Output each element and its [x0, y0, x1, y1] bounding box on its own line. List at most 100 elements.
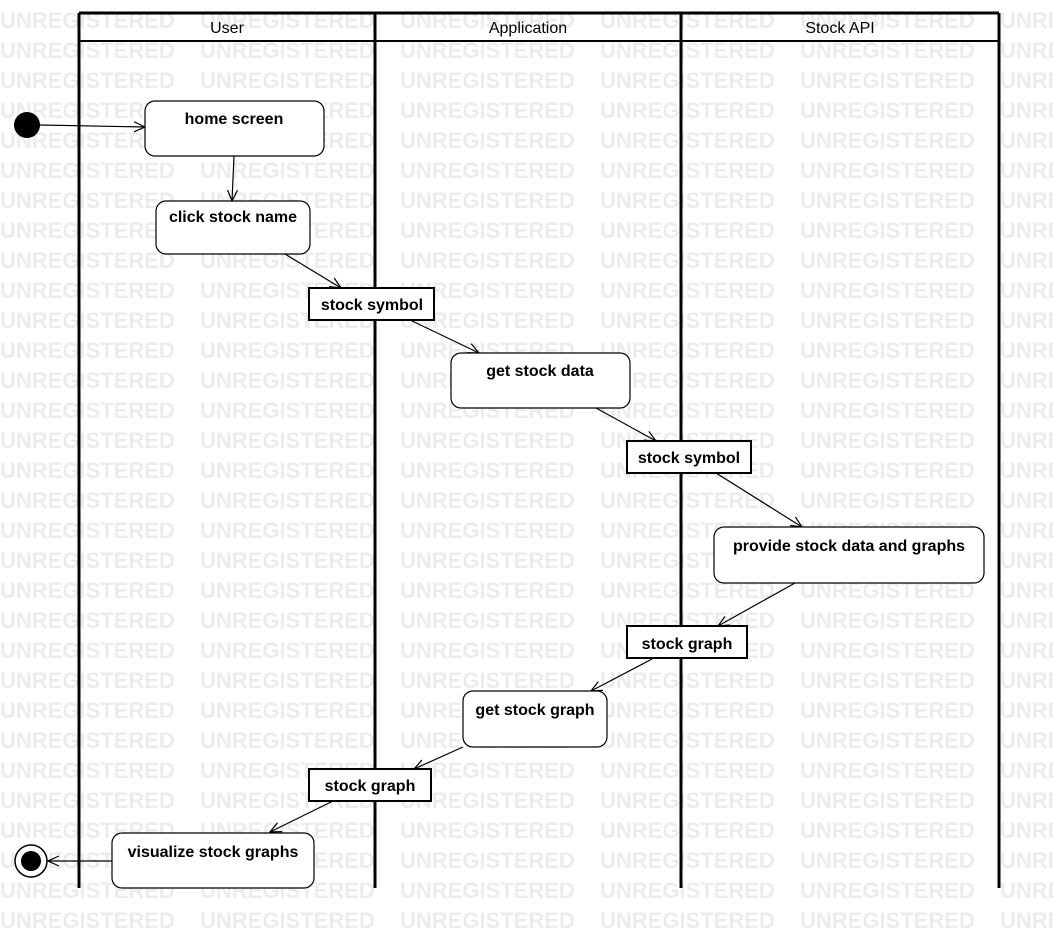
- watermark-text: UNREGISTERED: [600, 848, 775, 873]
- object-stock-graph-1: stock graph: [626, 625, 748, 659]
- watermark-text: UNREGISTERED: [800, 638, 975, 663]
- watermark-text: UNREGISTERED: [800, 338, 975, 363]
- watermark-text: UNREGISTERED: [0, 248, 175, 273]
- watermark-text: UNREGISTERED: [400, 428, 575, 453]
- watermark-text: UNREGISTERED: [200, 728, 375, 753]
- watermark-text: UNREGISTERED: [0, 638, 175, 663]
- watermark-text: UNREGISTERED: [800, 308, 975, 333]
- watermark-text: UNREGISTERED: [0, 908, 175, 933]
- watermark-text: UNREGISTERED: [200, 158, 375, 183]
- watermark-text: UNREGISTERED: [600, 488, 775, 513]
- action-click-stock-name: click stock name: [155, 200, 311, 255]
- watermark-text: UNREGISTERED: [600, 818, 775, 843]
- watermark-text: UNREGISTERED: [0, 428, 175, 453]
- watermark-text: UNREGISTERED: [600, 278, 775, 303]
- watermark-text: UNREGISTERED: [600, 908, 775, 933]
- watermark-text: UNREGISTERED: [200, 608, 375, 633]
- watermark-text: UNREGISTERED: [800, 818, 975, 843]
- watermark-text: UNREGISTERED: [600, 668, 775, 693]
- watermark-text: UNREGISTERED: [600, 68, 775, 93]
- watermark-text: UNREGISTERED: [0, 698, 175, 723]
- flow-start-to-home: [39, 125, 145, 127]
- watermark-text: UNREGISTERED: [1000, 848, 1053, 873]
- watermark-text: UNREGISTERED: [1000, 908, 1053, 933]
- watermark-text: UNREGISTERED: [800, 758, 975, 783]
- watermark-text: UNREGISTERED: [800, 668, 975, 693]
- watermark-text: UNREGISTERED: [1000, 548, 1053, 573]
- watermark-text: UNREGISTERED: [200, 518, 375, 543]
- watermark-text: UNREGISTERED: [1000, 458, 1053, 483]
- watermark-text: UNREGISTERED: [1000, 188, 1053, 213]
- action-label: get stock data: [486, 363, 594, 380]
- watermark-text: UNREGISTERED: [200, 638, 375, 663]
- watermark-text: UNREGISTERED: [200, 368, 375, 393]
- watermark-text: UNREGISTERED: [800, 248, 975, 273]
- action-label: home screen: [185, 111, 284, 128]
- watermark-text: UNREGISTERED: [800, 68, 975, 93]
- watermark-text: UNREGISTERED: [0, 488, 175, 513]
- watermark-text: UNREGISTERED: [400, 158, 575, 183]
- watermark-text: UNREGISTERED: [400, 458, 575, 483]
- watermark-text: UNREGISTERED: [1000, 698, 1053, 723]
- watermark-text: UNREGISTERED: [600, 188, 775, 213]
- watermark-text: UNREGISTERED: [0, 668, 175, 693]
- watermark-text: UNREGISTERED: [800, 878, 975, 903]
- watermark-text: UNREGISTERED: [0, 518, 175, 543]
- object-stock-symbol-2: stock symbol: [626, 440, 752, 474]
- watermark-text: UNREGISTERED: [200, 338, 375, 363]
- final-node: [14, 844, 48, 878]
- action-label: click stock name: [169, 209, 297, 226]
- watermark-text: UNREGISTERED: [0, 398, 175, 423]
- watermark-text: UNREGISTERED: [600, 218, 775, 243]
- watermark-text: UNREGISTERED: [1000, 428, 1053, 453]
- watermark-text: UNREGISTERED: [1000, 158, 1053, 183]
- object-stock-symbol-1: stock symbol: [308, 287, 435, 321]
- initial-node: [14, 112, 40, 138]
- watermark-text: UNREGISTERED: [800, 488, 975, 513]
- watermark-text: UNREGISTERED: [800, 608, 975, 633]
- watermark-text: UNREGISTERED: [0, 368, 175, 393]
- lane-title-user: User: [210, 20, 244, 37]
- watermark-text: UNREGISTERED: [800, 788, 975, 813]
- watermark-text: UNREGISTERED: [400, 68, 575, 93]
- watermark-text: UNREGISTERED: [600, 878, 775, 903]
- watermark-text: UNREGISTERED: [400, 578, 575, 603]
- activity-diagram: UNREGISTERED UNREGISTERED UNREGISTERED UNRE…: [0, 8, 1053, 933]
- object-label: stock symbol: [638, 450, 740, 467]
- watermark-text: UNREGISTERED: [0, 608, 175, 633]
- watermark-text: UNREGISTERED: [1000, 878, 1053, 903]
- watermark-text: UNREGISTERED: [600, 788, 775, 813]
- watermark-text: UNREGISTERED: [1000, 398, 1053, 423]
- watermark-text: UNREGISTERED: [1000, 638, 1053, 663]
- watermark-text: UNREGISTERED: [200, 668, 375, 693]
- watermark-text: UNREGISTERED: [1000, 248, 1053, 273]
- action-provide-stock-data-and-graphs: provide stock data and graphs: [713, 526, 985, 584]
- watermark-text: UNREGISTERED: [800, 158, 975, 183]
- watermark-text: UNREGISTERED: [400, 218, 575, 243]
- watermark-text: UNREGISTERED: [1000, 8, 1053, 33]
- watermark-text: UNREGISTERED: [1000, 338, 1053, 363]
- watermark-text: UNREGISTERED: [200, 488, 375, 513]
- watermark-text: UNREGISTERED: [800, 368, 975, 393]
- action-visualize-stock-graphs: visualize stock graphs: [111, 832, 315, 889]
- watermark-text: UNREGISTERED: [600, 728, 775, 753]
- watermark-text: UNREGISTERED: [800, 698, 975, 723]
- watermark-text: UNREGISTERED: [1000, 368, 1053, 393]
- watermark-text: UNREGISTERED: [1000, 608, 1053, 633]
- watermark-text: UNREGISTERED: [400, 188, 575, 213]
- watermark-text: UNREGISTERED: [400, 248, 575, 273]
- watermark-text: UNREGISTERED: [600, 128, 775, 153]
- watermark-text: UNREGISTERED: [800, 98, 975, 123]
- watermark-text: UNREGISTERED: [800, 398, 975, 423]
- watermark-text: UNREGISTERED: [400, 98, 575, 123]
- watermark-text: UNREGISTERED: [400, 608, 575, 633]
- watermark-text: UNREGISTERED: [600, 308, 775, 333]
- watermark-text: UNREGISTERED: [400, 908, 575, 933]
- watermark-text: UNREGISTERED: [200, 68, 375, 93]
- action-label: get stock graph: [475, 702, 594, 719]
- watermark-text: UNREGISTERED: [1000, 758, 1053, 783]
- watermark-text: UNREGISTERED: [200, 428, 375, 453]
- object-label: stock graph: [642, 636, 733, 653]
- watermark-text: UNREGISTERED: [0, 278, 175, 303]
- watermark-text: UNREGISTERED: [1000, 788, 1053, 813]
